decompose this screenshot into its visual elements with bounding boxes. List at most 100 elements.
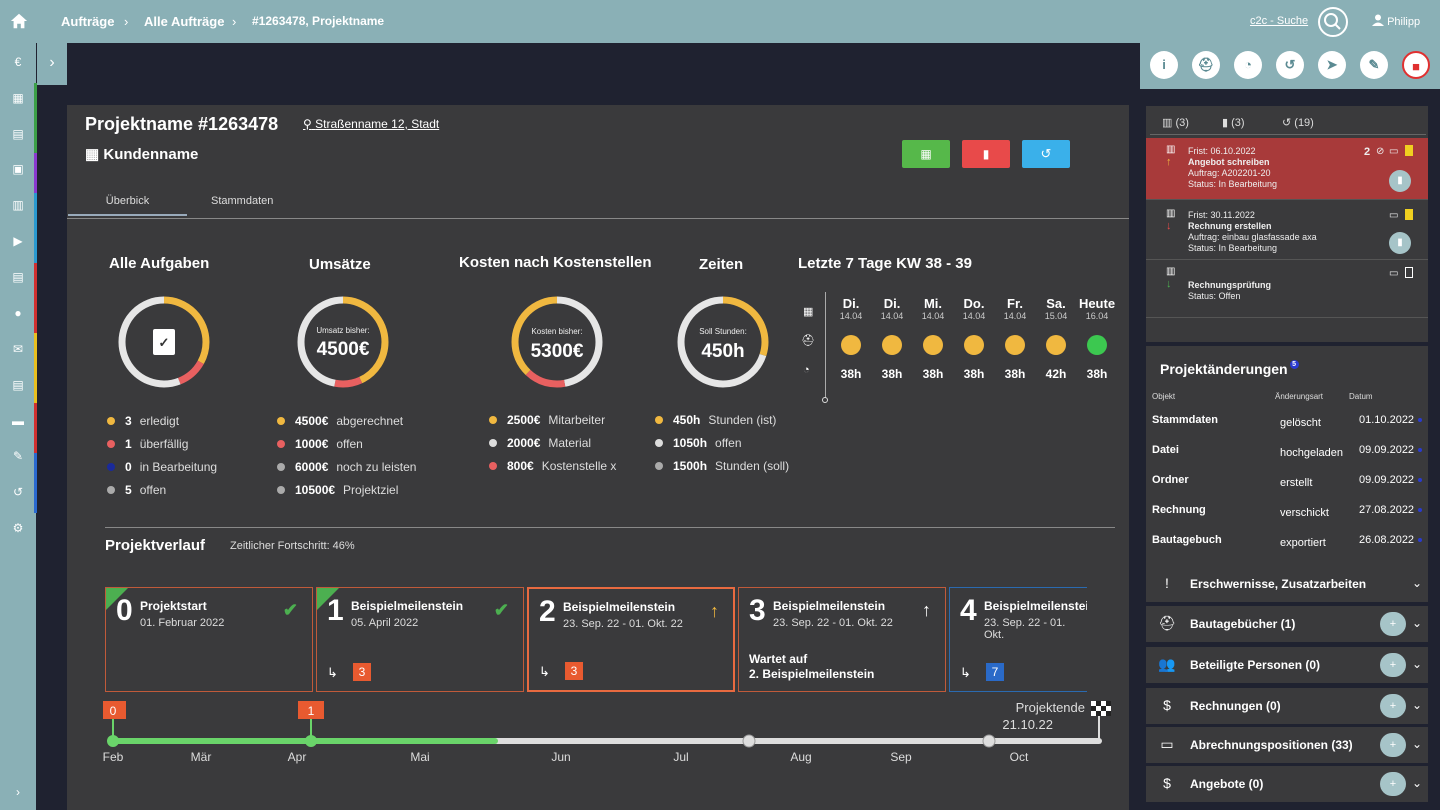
sidebar-expand-button[interactable]: › xyxy=(37,43,67,85)
milestone-node[interactable] xyxy=(107,735,119,747)
milestone-node[interactable] xyxy=(305,735,317,747)
add-button[interactable]: + xyxy=(1380,694,1406,718)
changes-dot xyxy=(1418,478,1422,482)
delete-button[interactable]: ■ xyxy=(1402,51,1430,79)
chevron-down-icon[interactable]: ⌄ xyxy=(1412,616,1422,630)
timer-button[interactable]: ◔ xyxy=(1234,51,1262,79)
add-button[interactable]: + xyxy=(1380,772,1406,796)
accordion-3[interactable]: 👥 Beteiligte Personen (0) + ⌄ xyxy=(1146,647,1428,683)
tab-tasks[interactable]: ▥ (3) xyxy=(1162,116,1189,129)
stopwatch-icon: ◔ xyxy=(1244,57,1252,72)
info-button[interactable]: i xyxy=(1150,51,1178,79)
add-button[interactable]: + xyxy=(1380,653,1406,677)
search-link[interactable]: c2c - Suche xyxy=(1250,15,1308,27)
helmet-icon: ⛑ xyxy=(1197,57,1215,72)
change-object: Datei xyxy=(1152,444,1179,456)
accordion-icon: 👥 xyxy=(1158,656,1176,672)
subtask-count[interactable]: 7 xyxy=(986,663,1004,681)
milestone-node[interactable] xyxy=(982,734,996,748)
comment-icon[interactable]: ▭ xyxy=(1389,210,1398,221)
paperclip-icon[interactable]: ⊘ xyxy=(1376,146,1384,157)
search-icon xyxy=(1324,13,1341,30)
milestone-card[interactable]: 4 Beispielmeilenstei 23. Sep. 22 - 01. Okt… xyxy=(949,587,1087,692)
finish-flag-icon xyxy=(1101,711,1106,716)
breadcrumb-item[interactable]: Aufträge xyxy=(61,14,114,29)
accordion-6[interactable]: $ Angebote (0) + ⌄ xyxy=(1146,766,1428,802)
milestone-card[interactable]: 3 Beispielmeilenstein 23. Sep. 22 - 01. Ok… xyxy=(738,587,946,692)
task-item[interactable]: ▥ ↓ Frist: 30.11.2022 Rechnung erstellen Auf… xyxy=(1146,202,1428,260)
nav-stripe xyxy=(34,153,37,193)
accordion-4[interactable]: $ Rechnungen (0) + ⌄ xyxy=(1146,688,1428,724)
home-icon[interactable] xyxy=(10,12,28,30)
change-object: Rechnung xyxy=(1152,504,1206,516)
breadcrumb-item[interactable]: #1263478, Projektname xyxy=(252,14,384,28)
milestone-card[interactable]: 0 Projektstart 01. Februar 2022 ✔ xyxy=(105,587,313,692)
document-button[interactable]: ▮ xyxy=(1389,170,1411,192)
subtask-count[interactable]: 3 xyxy=(353,663,371,681)
milestone-date: 23. Sep. 22 - 01. Okt. 22 xyxy=(773,617,893,629)
accordion-1[interactable]: ! Erschwernisse, Zusatzarbeiten ⌄ xyxy=(1146,566,1428,602)
milestone-title: Beispielmeilenstein xyxy=(773,599,886,613)
add-button[interactable]: + xyxy=(1380,733,1406,757)
month-label: Apr xyxy=(288,750,307,764)
clipboard-check-icon: ▥ xyxy=(1166,266,1176,277)
changes-title-text: Projektänderungen xyxy=(1160,361,1288,377)
search-button[interactable] xyxy=(1318,7,1348,37)
edit-button[interactable]: ✎ xyxy=(1360,51,1388,79)
settings-icon[interactable]: ⚙ xyxy=(11,521,25,535)
book-icon[interactable]: ▬ xyxy=(11,414,25,428)
euro-icon[interactable]: € xyxy=(11,55,25,69)
file-icon[interactable]: ▤ xyxy=(11,270,25,284)
video-icon[interactable]: ▶ xyxy=(11,234,25,248)
bookmark-icon[interactable] xyxy=(1405,209,1413,220)
month-label: Oct xyxy=(1010,750,1029,764)
chevron-down-icon[interactable]: ⌄ xyxy=(1412,576,1422,590)
chevron-down-icon[interactable]: ⌄ xyxy=(1412,737,1422,751)
month-label: Mai xyxy=(410,750,429,764)
comment-icon[interactable]: ▭ xyxy=(1389,268,1398,279)
chevron-down-icon[interactable]: ⌄ xyxy=(1412,698,1422,712)
helmet-button[interactable]: ⛑ xyxy=(1192,51,1220,79)
breadcrumb-item[interactable]: Alle Aufträge xyxy=(144,14,224,29)
finish-flag-icon xyxy=(1096,711,1101,716)
tab-history[interactable]: ↺ (19) xyxy=(1282,116,1314,129)
add-button[interactable]: + xyxy=(1380,612,1406,636)
mail-icon[interactable]: ✉ xyxy=(11,342,25,356)
task-item[interactable]: ▥ ↓ Rechnungsprüfung Status: Offen ▭ xyxy=(1146,260,1428,318)
expand-icon[interactable]: › xyxy=(11,785,25,799)
main-panel: Projektname #1263478 ⚲ Straßenname 12, S… xyxy=(67,105,1129,810)
subtask-count[interactable]: 3 xyxy=(565,662,583,680)
document-icon[interactable]: ▤ xyxy=(11,127,25,141)
milestone-number: 3 xyxy=(749,594,766,627)
accordion-2[interactable]: ⛑ Bautagebücher (1) + ⌄ xyxy=(1146,606,1428,642)
tab-bookmarks[interactable]: ▮ (3) xyxy=(1222,116,1245,129)
person-icon[interactable]: ● xyxy=(11,306,25,320)
history-add-button[interactable]: ↺ xyxy=(1276,51,1304,79)
send-button[interactable]: ➤ xyxy=(1318,51,1346,79)
bookmark-icon[interactable] xyxy=(1405,267,1413,278)
milestone-card[interactable]: 2 Beispielmeilenstein 23. Sep. 22 - 01. Ok… xyxy=(527,587,735,692)
milestone-title: Beispielmeilenstei xyxy=(984,599,1087,613)
milestone-date: 05. April 2022 xyxy=(351,617,419,629)
task-item[interactable]: ▥ ↑ Frist: 06.10.2022 Angebot schreiben Auft… xyxy=(1146,138,1428,200)
bookmark-icon[interactable] xyxy=(1405,145,1413,156)
edit-doc-icon[interactable]: ✎ xyxy=(11,449,25,463)
subtask-arrow-icon: ↳ xyxy=(327,665,338,680)
history-icon[interactable]: ↺ xyxy=(11,485,25,499)
accordion-5[interactable]: ▭ Abrechnungspositionen (33) + ⌄ xyxy=(1146,727,1428,763)
chevron-down-icon[interactable]: ⌄ xyxy=(1412,776,1422,790)
user-menu[interactable]: Philipp xyxy=(1372,14,1420,28)
clipboard-icon[interactable]: ▥ xyxy=(11,198,25,212)
milestone-node[interactable] xyxy=(742,734,756,748)
change-object: Stammdaten xyxy=(1152,414,1219,426)
comment-icon[interactable]: ▭ xyxy=(1389,146,1398,157)
finish-flag-icon xyxy=(1106,701,1111,706)
calendar-icon[interactable]: ▣ xyxy=(11,162,25,176)
finish-flag-icon xyxy=(1091,711,1096,716)
nav-stripe xyxy=(34,403,37,453)
document-button[interactable]: ▮ xyxy=(1389,232,1411,254)
invoice-icon[interactable]: ▤ xyxy=(11,378,25,392)
milestone-card[interactable]: 1 Beispielmeilenstein 05. April 2022 ✔ ↳ 3 xyxy=(316,587,524,692)
building-icon[interactable]: ▦ xyxy=(11,91,25,105)
chevron-down-icon[interactable]: ⌄ xyxy=(1412,657,1422,671)
